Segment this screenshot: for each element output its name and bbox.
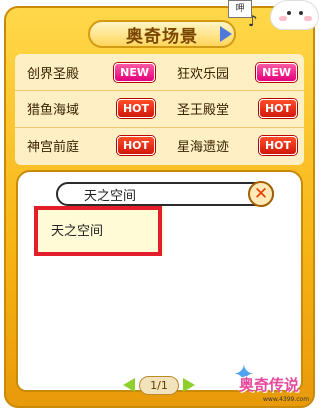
page-indicator: 1/1 <box>139 375 179 395</box>
hot-badge: HOT <box>258 98 297 118</box>
scene-name: 创界圣殿 <box>27 66 80 82</box>
scene-name: 狂欢乐园 <box>177 66 230 82</box>
scene-item[interactable]: 星海遗迹 HOT <box>177 131 297 159</box>
hot-badge: HOT <box>116 135 155 155</box>
next-page-icon[interactable] <box>182 378 195 392</box>
result-highlight-box <box>34 206 162 256</box>
prev-page-icon[interactable] <box>123 378 136 392</box>
new-badge: NEW <box>256 62 297 82</box>
clear-search-button[interactable]: ✕ <box>248 181 274 207</box>
title-arrow-right-icon <box>220 26 232 42</box>
scene-item[interactable]: 猎鱼海域 HOT <box>27 94 155 122</box>
scene-item[interactable]: 狂欢乐园 NEW <box>177 58 297 86</box>
scene-item[interactable]: 神宫前庭 HOT <box>27 131 155 159</box>
logo-url: www.4399.com <box>263 396 310 403</box>
search-value: 天之空间 <box>84 188 137 204</box>
search-input[interactable]: 天之空间 ✕ <box>56 181 274 207</box>
row-divider <box>15 90 304 91</box>
scene-grid: 创界圣殿 NEW 狂欢乐园 NEW 猎鱼海域 HOT 圣王殿堂 HOT 神宫前庭… <box>15 54 304 165</box>
scene-item[interactable]: 创界圣殿 NEW <box>27 58 155 86</box>
scene-name: 圣王殿堂 <box>177 102 230 118</box>
scene-item[interactable]: 圣王殿堂 HOT <box>177 94 297 122</box>
game-logo: ✦ 奥奇传说 www.4399.com <box>233 360 317 406</box>
music-note-icon[interactable]: ♪ <box>248 12 268 30</box>
new-badge: NEW <box>114 62 155 82</box>
window-title: 奥奇场景 <box>88 20 236 48</box>
scene-name: 猎鱼海域 <box>27 102 80 118</box>
search-panel: 天之空间 ✕ 天之空间 <box>16 170 303 392</box>
row-divider <box>15 127 304 128</box>
logo-text: 奥奇传说 <box>239 376 300 394</box>
hot-badge: HOT <box>258 135 297 155</box>
scene-name: 星海遗迹 <box>177 139 230 155</box>
mascot-icon <box>270 0 319 30</box>
pager: 1/1 <box>118 374 200 396</box>
hot-badge: HOT <box>116 98 155 118</box>
close-icon: ✕ <box>253 183 269 204</box>
scene-name: 神宫前庭 <box>27 139 80 155</box>
